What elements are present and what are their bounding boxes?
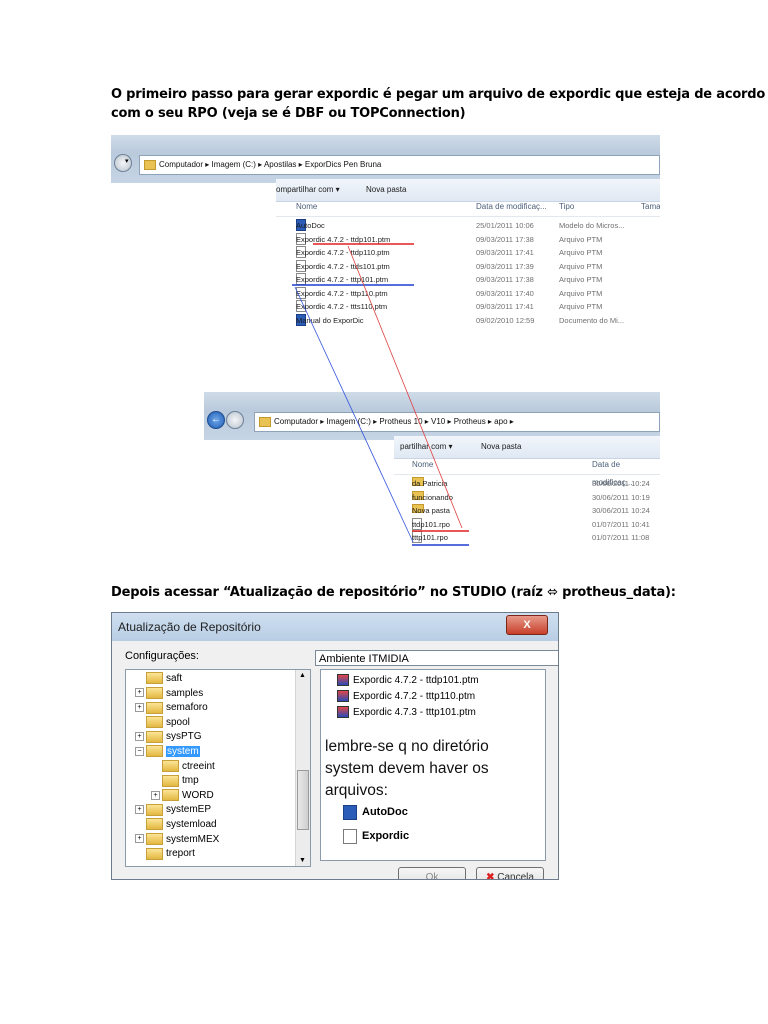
tree-node[interactable]: + samples: [135, 686, 204, 700]
config-select[interactable]: Ambiente ITMIDIA ▼: [315, 650, 558, 666]
tree-node[interactable]: tmp: [162, 774, 199, 787]
folder-icon: [146, 730, 163, 743]
tree-node[interactable]: spool: [146, 716, 190, 729]
tree-node[interactable]: treport: [146, 847, 195, 860]
cancel-button[interactable]: ✖ Cancela: [476, 867, 544, 880]
patch-icon: [337, 690, 349, 703]
tree-node-label: sysPTG: [166, 731, 202, 743]
tree-node-label: system: [166, 746, 200, 757]
arrow-red: [347, 245, 463, 529]
tree-node[interactable]: + semaforo: [135, 701, 208, 714]
tree-node[interactable]: + systemMEX: [135, 832, 220, 846]
cancel-icon: ✖: [486, 872, 495, 880]
patch-file-list: Expordic 4.7.2 - ttdp101.ptm Expordic 4.7…: [320, 669, 546, 861]
folder-icon: [146, 803, 163, 816]
word-document-icon: [343, 804, 357, 820]
tree-scrollbar[interactable]: ▲ ▼: [295, 670, 310, 866]
patch-name: Expordic 4.7.2 - ttdp101.ptm: [353, 675, 479, 686]
directory-tree[interactable]: saft + samples + semaforo spool + sysPTG − system…: [125, 669, 311, 867]
folder-icon: [146, 745, 163, 758]
patch-name: Expordic 4.7.3 - tttp101.ptm: [353, 707, 476, 718]
config-value: Ambiente ITMIDIA: [319, 653, 409, 665]
tree-node-label: spool: [166, 716, 190, 728]
note-file-autodoc: AutoDoc: [343, 804, 408, 820]
tree-node[interactable]: + systemEP: [135, 803, 212, 816]
folder-icon: [146, 701, 163, 714]
folder-icon: [162, 789, 179, 802]
folder-icon: [146, 686, 163, 699]
repository-update-dialog: Atualização de Repositório X Configuraçõ…: [111, 612, 559, 880]
tree-node-label: tmp: [182, 775, 199, 787]
patch-name: Expordic 4.7.2 - tttp110.ptm: [353, 691, 476, 702]
expand-icon[interactable]: +: [135, 834, 144, 844]
patch-item[interactable]: Expordic 4.7.2 - tttp110.ptm: [337, 690, 475, 704]
note-file-expordic: Expordic: [343, 828, 409, 844]
folder-icon: [146, 832, 163, 845]
patch-icon: [337, 706, 349, 719]
expand-icon[interactable]: +: [135, 732, 144, 742]
ok-button[interactable]: Ok: [398, 867, 466, 879]
tree-node-label: samples: [166, 687, 204, 699]
tree-node-label: WORD: [182, 789, 214, 801]
folder-icon: [162, 774, 179, 787]
tree-node[interactable]: + sysPTG: [135, 730, 202, 743]
tree-node[interactable]: ctreeint: [162, 759, 215, 773]
arrow-blue: [294, 286, 414, 543]
config-label: Configurações:: [125, 650, 199, 662]
step2-text: Depois acessar “Atualização de repositór…: [111, 585, 676, 600]
folder-icon: [146, 818, 163, 831]
patch-item[interactable]: Expordic 4.7.3 - tttp101.ptm: [337, 706, 476, 720]
tree-node-label: ctreeint: [182, 760, 215, 772]
dialog-title: Atualização de Repositório: [118, 620, 261, 634]
patch-item[interactable]: Expordic 4.7.2 - ttdp101.ptm: [337, 674, 479, 688]
file-icon: [343, 828, 357, 844]
scroll-thumb[interactable]: [297, 770, 309, 830]
note-text: lembre-se q no diretório system devem ha…: [325, 738, 489, 799]
expand-icon[interactable]: +: [135, 703, 144, 713]
tree-node-label: systemload: [166, 819, 217, 830]
tree-node-label: systemMEX: [166, 833, 220, 845]
close-button[interactable]: X: [506, 615, 548, 635]
expand-icon[interactable]: +: [151, 790, 160, 800]
tree-node-label: systemEP: [166, 804, 212, 816]
tree-node[interactable]: systemload: [146, 818, 217, 831]
folder-icon: [146, 847, 163, 860]
tree-node[interactable]: saft: [146, 672, 182, 685]
folder-icon: [162, 759, 179, 772]
expand-icon[interactable]: −: [135, 746, 144, 756]
folder-icon: [146, 672, 163, 685]
cancel-label: Cancela: [497, 872, 534, 880]
tree-node[interactable]: − system: [135, 745, 200, 758]
scroll-down-icon[interactable]: ▼: [299, 857, 306, 864]
expand-icon[interactable]: +: [135, 688, 144, 698]
scroll-up-icon[interactable]: ▲: [299, 672, 306, 679]
tree-node[interactable]: + WORD: [151, 789, 214, 802]
tree-node-label: semaforo: [166, 702, 208, 714]
tree-node-label: treport: [166, 848, 195, 860]
folder-icon: [146, 716, 163, 729]
tree-node-label: saft: [166, 673, 183, 684]
dialog-titlebar: Atualização de Repositório X: [112, 613, 558, 641]
expand-icon[interactable]: +: [135, 805, 144, 815]
patch-icon: [337, 674, 349, 687]
